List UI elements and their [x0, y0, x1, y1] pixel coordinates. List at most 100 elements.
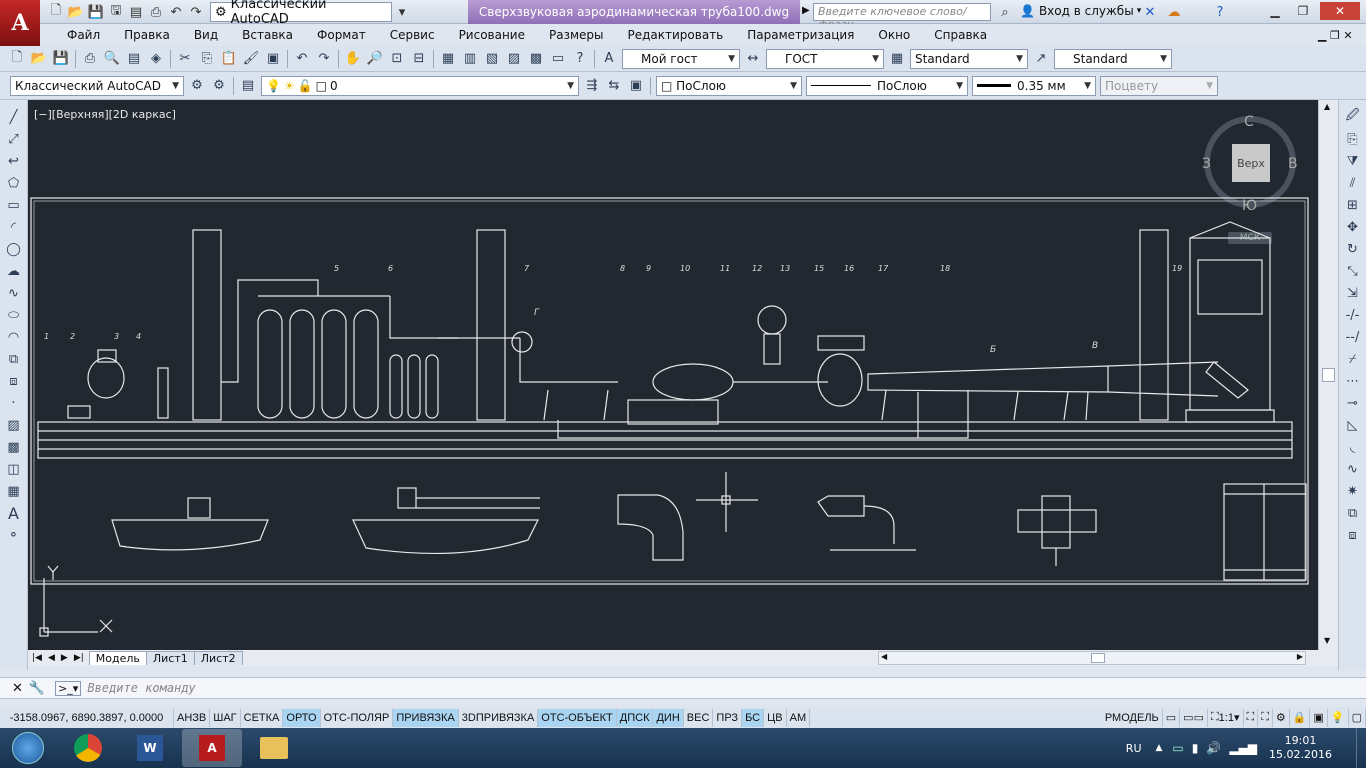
menu-modify[interactable]: Редактировать [616, 28, 736, 42]
polyline-icon[interactable]: ↩ [3, 150, 25, 172]
toggle-3dosnap[interactable]: 3DПРИВЯЗКА [459, 708, 539, 727]
close-icon[interactable]: ✕ [12, 681, 23, 696]
tab-next-icon[interactable]: ▶ [61, 653, 68, 663]
matchprop-icon[interactable]: 🖌 [240, 49, 262, 69]
restore-icon[interactable]: ❐ [1290, 2, 1316, 20]
gradient-icon[interactable]: ▩ [3, 436, 25, 458]
toggle-transparency[interactable]: ПРЗ [713, 708, 743, 727]
zoom-realtime-icon[interactable]: 🔎 [364, 49, 386, 69]
sheet-set-icon[interactable]: ▨ [503, 49, 525, 69]
command-prompt-icon[interactable]: >_▾ [55, 680, 82, 696]
draworder-back-icon[interactable]: ⧈ [1342, 524, 1364, 546]
line-icon[interactable]: ╱ [3, 106, 25, 128]
copy-icon[interactable]: ⎘ [196, 49, 218, 69]
toggle-ortho[interactable]: ОРТО [283, 708, 321, 727]
network-icon[interactable]: ▂▄▆ [1229, 741, 1257, 755]
menu-parametric[interactable]: Параметризация [735, 28, 866, 42]
language-indicator[interactable]: RU [1126, 742, 1142, 755]
table-icon[interactable]: ▦ [3, 480, 25, 502]
play-icon[interactable]: ▶ [802, 5, 810, 16]
tray-device-icon[interactable]: ▭ [1172, 741, 1183, 755]
draworder-icon[interactable]: ⧉ [1342, 502, 1364, 524]
linetype-select[interactable]: ПоСлою ▼ [806, 75, 968, 96]
tab-prev-icon[interactable]: ◀ [48, 653, 55, 663]
open-icon[interactable]: 📂 [28, 49, 50, 69]
properties-icon[interactable]: ▦ [437, 49, 459, 69]
toggle-grid[interactable]: СЕТКА [241, 708, 284, 727]
rectangle-icon[interactable]: ▭ [3, 194, 25, 216]
tool-palettes-icon[interactable]: ▧ [481, 49, 503, 69]
help-icon[interactable]: ? [569, 49, 591, 69]
multileader-style-icon[interactable]: ↗ [1030, 49, 1052, 69]
redo-icon[interactable]: ↷ [186, 3, 206, 21]
layer-properties-icon[interactable]: ▤ [237, 76, 259, 96]
3dprint-icon[interactable]: ◈ [145, 49, 167, 69]
publish-icon[interactable]: ▤ [123, 49, 145, 69]
calculator-icon[interactable]: ▭ [547, 49, 569, 69]
print-icon[interactable]: ⎙ [146, 3, 166, 21]
ellipse-arc-icon[interactable]: ◠ [3, 326, 25, 348]
arc-icon[interactable]: ◜ [3, 216, 25, 238]
extend-icon[interactable]: --/ [1342, 326, 1364, 348]
save-as-icon[interactable]: 🖫 [106, 3, 126, 21]
markup-icon[interactable]: ▩ [525, 49, 547, 69]
clock[interactable]: 19:01 15.02.2016 [1269, 734, 1332, 762]
signin-button[interactable]: 👤 Вход в службы ▾ [1020, 4, 1141, 18]
scroll-down-icon[interactable]: ▼ [1324, 636, 1330, 645]
stretch-icon[interactable]: ⇲ [1342, 282, 1364, 304]
save-icon[interactable]: 💾 [50, 49, 72, 69]
chrome-taskbar-button[interactable] [58, 729, 118, 767]
vertical-scrollbar[interactable]: ▲ ▼ [1318, 100, 1338, 650]
pan-icon[interactable]: ✋ [342, 49, 364, 69]
tab-layout1[interactable]: Лист1 [145, 651, 195, 665]
layer-previous-icon[interactable]: ⇆ [603, 76, 625, 96]
save-icon[interactable]: 💾 [86, 3, 106, 21]
menu-window[interactable]: Окно [866, 28, 922, 42]
menu-tools[interactable]: Сервис [378, 28, 447, 42]
plot-preview-icon[interactable]: ▤ [126, 3, 146, 21]
coordinates-readout[interactable]: -3158.0967, 6890.3897, 0.0000 [0, 708, 174, 727]
make-block-icon[interactable]: ⧈ [3, 370, 25, 392]
hatch-icon[interactable]: ▨ [3, 414, 25, 436]
tray-expand-icon[interactable]: ▲ [1156, 743, 1163, 753]
toggle-snap[interactable]: ШАГ [210, 708, 241, 727]
blend-icon[interactable]: ∿ [1342, 458, 1364, 480]
explorer-taskbar-button[interactable] [244, 729, 304, 767]
search-input[interactable]: Введите ключевое слово/фразу [813, 3, 991, 31]
multileader-style-select[interactable]: Standard ▼ [1054, 48, 1172, 69]
spline-icon[interactable]: ∿ [3, 282, 25, 304]
region-icon[interactable]: ◫ [3, 458, 25, 480]
layer-select[interactable]: 💡 ☀ 🔓 □ 0 ▼ [261, 75, 579, 96]
break-icon[interactable]: ⋯ [1342, 370, 1364, 392]
isolate-objects-icon[interactable]: 💡 [1328, 708, 1349, 727]
annotation-scale[interactable]: ⛶ 1:1 ▾ [1208, 708, 1244, 727]
lineweight-select[interactable]: 0.35 мм ▼ [972, 75, 1096, 96]
open-icon[interactable]: 📂 [66, 3, 86, 21]
offset-icon[interactable]: ⫽ [1342, 172, 1364, 194]
plotstyle-select[interactable]: Поцвету ▼ [1100, 75, 1218, 96]
menu-file[interactable]: Файл [55, 28, 112, 42]
toggle-ducs[interactable]: ДПСК [616, 708, 654, 727]
table-style-icon[interactable]: ▦ [886, 49, 908, 69]
exchange-icon[interactable]: ✕ [1140, 3, 1160, 21]
insert-block-icon[interactable]: ⧉ [3, 348, 25, 370]
print-icon[interactable]: ⎙ [79, 49, 101, 69]
toggle-dyn[interactable]: ДИН [653, 708, 684, 727]
show-desktop-button[interactable] [1356, 728, 1366, 768]
menu-draw[interactable]: Рисование [447, 28, 537, 42]
clean-screen-icon[interactable]: ▢ [1349, 708, 1366, 727]
auto-scale-icon[interactable]: ⛶ [1258, 708, 1273, 727]
toggle-am[interactable]: АМ [787, 708, 811, 727]
rotate-icon[interactable]: ↻ [1342, 238, 1364, 260]
undo-icon[interactable]: ↶ [166, 3, 186, 21]
annotation-visibility-icon[interactable]: ⛶ [1244, 708, 1259, 727]
toggle-osnap[interactable]: ПРИВЯЗКА [393, 708, 459, 727]
paste-icon[interactable]: 📋 [218, 49, 240, 69]
start-button[interactable] [0, 729, 56, 767]
workspace-settings-icon[interactable]: ⚙ [208, 76, 230, 96]
copy-object-icon[interactable]: ⎘ [1342, 128, 1364, 150]
scroll-right-icon[interactable]: ▶ [1297, 652, 1303, 661]
command-input[interactable]: Введите команду [87, 681, 1366, 695]
menu-help[interactable]: Справка [922, 28, 999, 42]
tab-layout2[interactable]: Лист2 [193, 651, 243, 665]
